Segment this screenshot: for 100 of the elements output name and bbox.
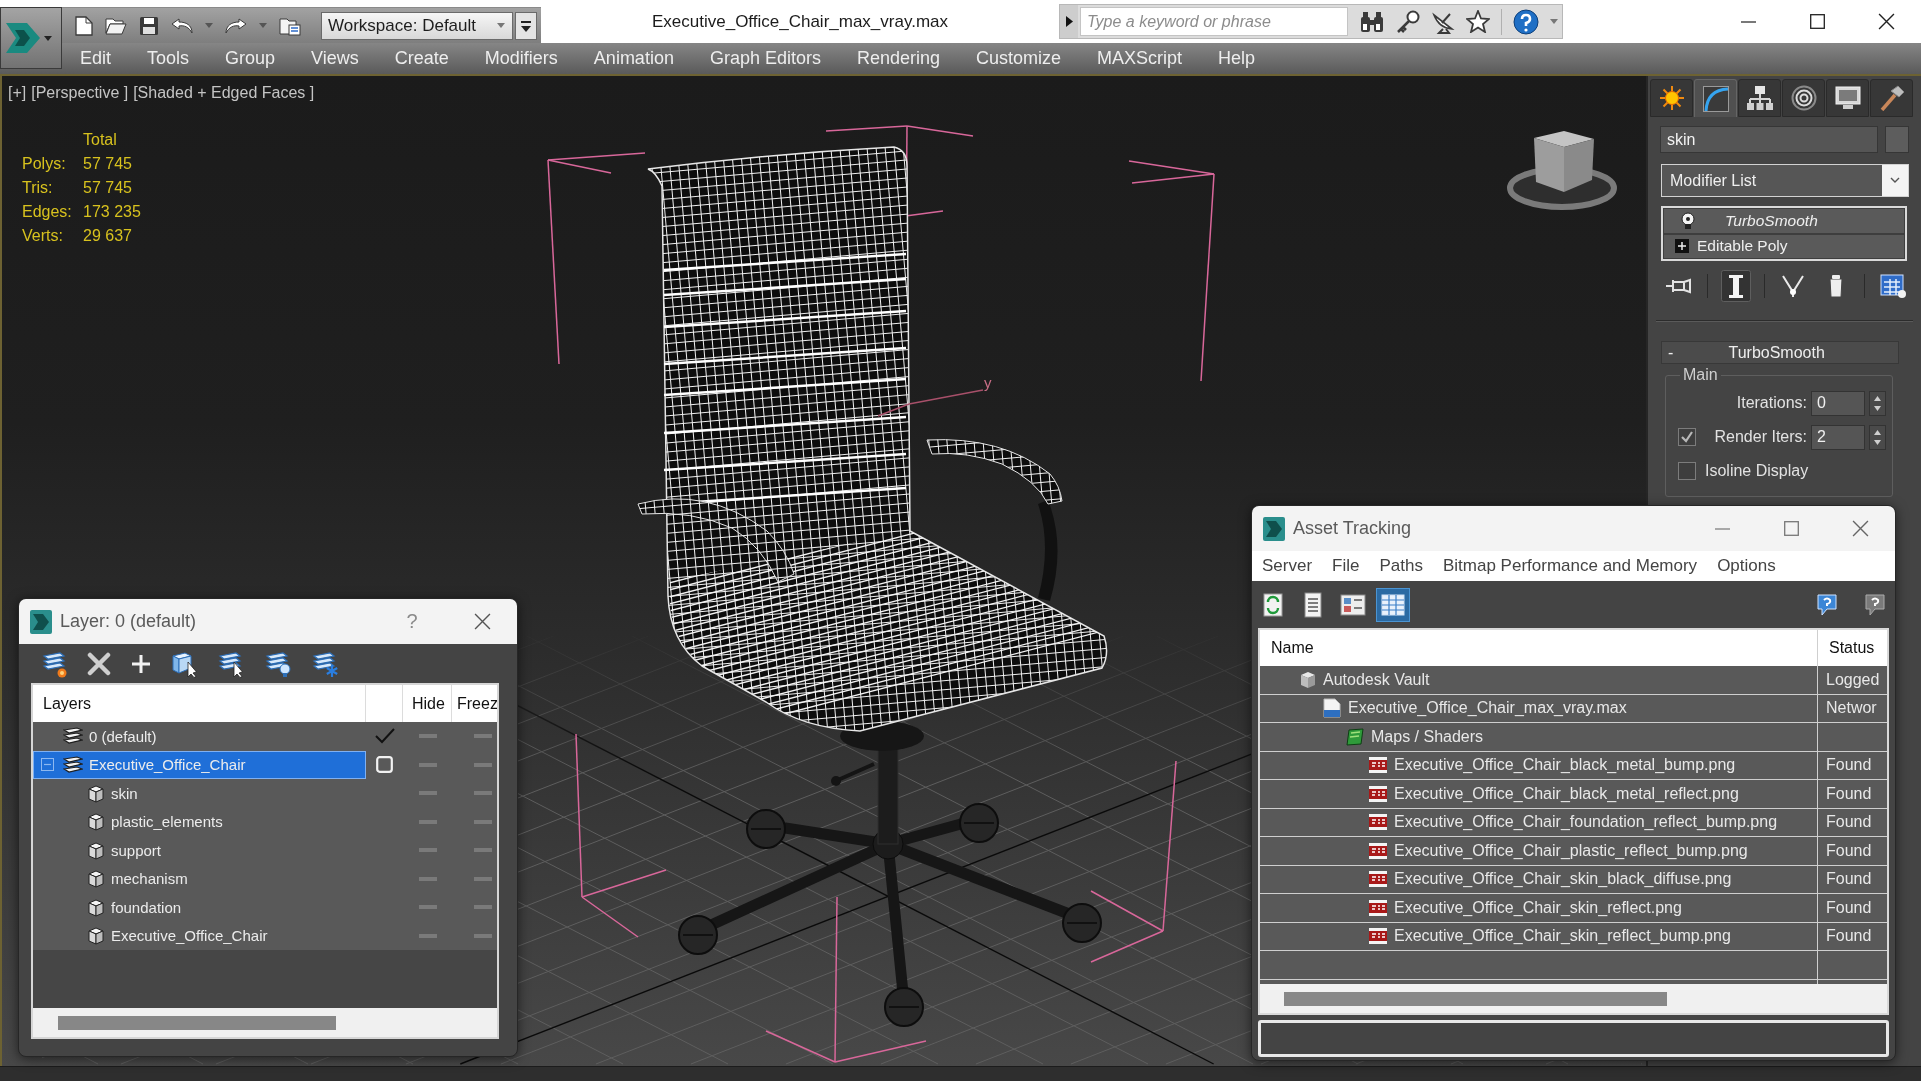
menu-item[interactable]: Help <box>1200 48 1274 69</box>
menu-item[interactable]: Views <box>293 48 377 69</box>
input-field[interactable] <box>1258 1020 1889 1057</box>
object-name-field[interactable]: skin <box>1660 126 1878 153</box>
help-icon[interactable] <box>1513 8 1539 35</box>
layers-snowflake-icon[interactable] <box>310 649 338 678</box>
cross-icon[interactable] <box>87 651 111 676</box>
viewcube-icon[interactable] <box>1507 131 1617 210</box>
layers-cursor-icon[interactable] <box>216 649 244 678</box>
minimize-icon[interactable] <box>1741 20 1756 23</box>
menu-item[interactable]: File <box>1332 556 1360 576</box>
panel-tab[interactable] <box>1650 79 1693 117</box>
caret-icon[interactable] <box>44 35 52 41</box>
cube-icon <box>87 783 105 803</box>
plus-icon[interactable] <box>130 652 152 675</box>
cube-icon <box>87 869 105 889</box>
column-header[interactable]: Hide <box>412 694 445 713</box>
star-icon[interactable] <box>1466 10 1490 33</box>
object-item[interactable]: support <box>33 836 366 865</box>
panel-tab[interactable] <box>1738 79 1781 117</box>
search-field[interactable]: Type a keyword or phrase <box>1080 7 1348 36</box>
menu-item[interactable]: MAXScript <box>1079 48 1201 69</box>
selected-chair-drawing[interactable] <box>547 125 1215 1063</box>
column-header[interactable]: Status <box>1829 639 1875 657</box>
object-item[interactable]: foundation <box>33 893 366 922</box>
workspace-dropdown[interactable]: Workspace: Default <box>321 11 513 40</box>
image-file-icon <box>1368 756 1388 775</box>
dropdown-icon[interactable] <box>515 11 537 40</box>
i-beam-icon[interactable] <box>1721 270 1751 302</box>
menu-item[interactable]: Group <box>207 48 294 69</box>
asset-name[interactable]: Autodesk Vault <box>1323 670 1430 689</box>
scrollbar[interactable] <box>33 1008 497 1037</box>
cube-cursor-icon[interactable] <box>171 649 197 678</box>
image-file-icon <box>1368 927 1388 946</box>
menu-item[interactable]: Modifiers <box>466 48 576 69</box>
app-menu-button[interactable] <box>0 7 62 69</box>
check-icon[interactable] <box>374 728 395 745</box>
menu-item[interactable]: Paths <box>1379 556 1423 576</box>
redo-icon[interactable] <box>225 17 247 34</box>
menu-item[interactable]: Customize <box>958 48 1080 69</box>
caret-icon[interactable] <box>1550 19 1558 24</box>
undo-icon[interactable] <box>171 17 193 34</box>
menu-item[interactable]: Animation <box>575 48 692 69</box>
spinner-icon[interactable] <box>1869 424 1886 450</box>
square-icon[interactable] <box>376 756 393 774</box>
asset-name[interactable]: Maps / Shaders <box>1371 727 1484 746</box>
object-item[interactable]: skin <box>33 779 366 808</box>
caret-icon[interactable] <box>497 23 505 28</box>
column-header[interactable]: Freez <box>457 694 497 713</box>
panel-tab[interactable] <box>1826 79 1869 117</box>
menu-item[interactable]: Tools <box>129 48 208 69</box>
menu-item[interactable]: Edit <box>62 48 130 69</box>
checkbox[interactable] <box>1678 462 1696 480</box>
stack-item[interactable]: TurboSmooth <box>1664 209 1904 233</box>
column-header[interactable]: Name <box>1271 639 1314 657</box>
close-icon[interactable] <box>1878 13 1895 30</box>
scrollbar-thumb[interactable] <box>1284 991 1667 1006</box>
folder-document-icon[interactable] <box>279 15 301 36</box>
maximize-icon[interactable] <box>1810 14 1825 29</box>
panel-tab[interactable] <box>1782 79 1825 117</box>
stat-label: Tris: <box>22 179 54 197</box>
stack-item[interactable]: Editable Poly <box>1664 234 1904 258</box>
viewport-label[interactable]: [Shaded + Edged Faces ] <box>133 84 315 102</box>
menu-item[interactable]: Server <box>1262 556 1313 576</box>
layer-item[interactable]: 0 (default) <box>33 722 366 751</box>
grid-icon[interactable] <box>1376 587 1410 622</box>
checkbox[interactable] <box>1678 428 1696 446</box>
new-file-icon[interactable] <box>75 15 93 36</box>
color-swatch-icon[interactable] <box>1885 126 1909 153</box>
collapse-toggle[interactable]: - <box>1662 343 1680 362</box>
plus-box-icon[interactable] <box>1675 239 1689 254</box>
key-icon[interactable] <box>1396 9 1420 34</box>
object-item[interactable]: Executive_Office_Chair <box>33 921 366 950</box>
menu-item[interactable]: Create <box>376 48 467 69</box>
menu-item[interactable]: Options <box>1717 556 1776 576</box>
layers-sparkle-icon[interactable] <box>40 649 68 678</box>
open-folder-icon[interactable] <box>105 16 127 35</box>
binoculars-icon[interactable] <box>1359 10 1385 33</box>
column-header[interactable]: Layers <box>43 694 92 713</box>
layers-bulb-icon[interactable] <box>263 649 291 678</box>
scrollbar[interactable] <box>1260 984 1887 1013</box>
rollout-header[interactable]: - TurboSmooth <box>1661 341 1899 364</box>
layer-item[interactable]: Executive_Office_Chair <box>33 750 366 779</box>
asset-name[interactable]: Executive_Office_Chair_max_vray.max <box>1348 699 1627 718</box>
close-icon[interactable] <box>473 613 491 630</box>
save-icon[interactable] <box>139 15 159 36</box>
panel-tab[interactable] <box>1870 79 1913 117</box>
spinner-icon[interactable] <box>1869 390 1886 416</box>
spinner-field[interactable]: 0 <box>1811 390 1865 416</box>
object-item[interactable]: plastic_elements <box>33 807 366 836</box>
menu-item[interactable]: Graph Editors <box>691 48 839 69</box>
help-button[interactable]: ? <box>406 610 418 633</box>
scrollbar-thumb[interactable] <box>58 1015 336 1030</box>
object-item[interactable]: mechanism <box>33 864 366 893</box>
viewport-label[interactable]: [Perspective ] <box>31 84 129 102</box>
app-icon <box>30 609 52 634</box>
modifier-list-dropdown[interactable]: Modifier List <box>1661 164 1909 197</box>
menu-item[interactable]: Rendering <box>838 48 959 69</box>
viewport-label[interactable]: [+] <box>8 84 27 102</box>
spinner-field[interactable]: 2 <box>1811 424 1865 450</box>
